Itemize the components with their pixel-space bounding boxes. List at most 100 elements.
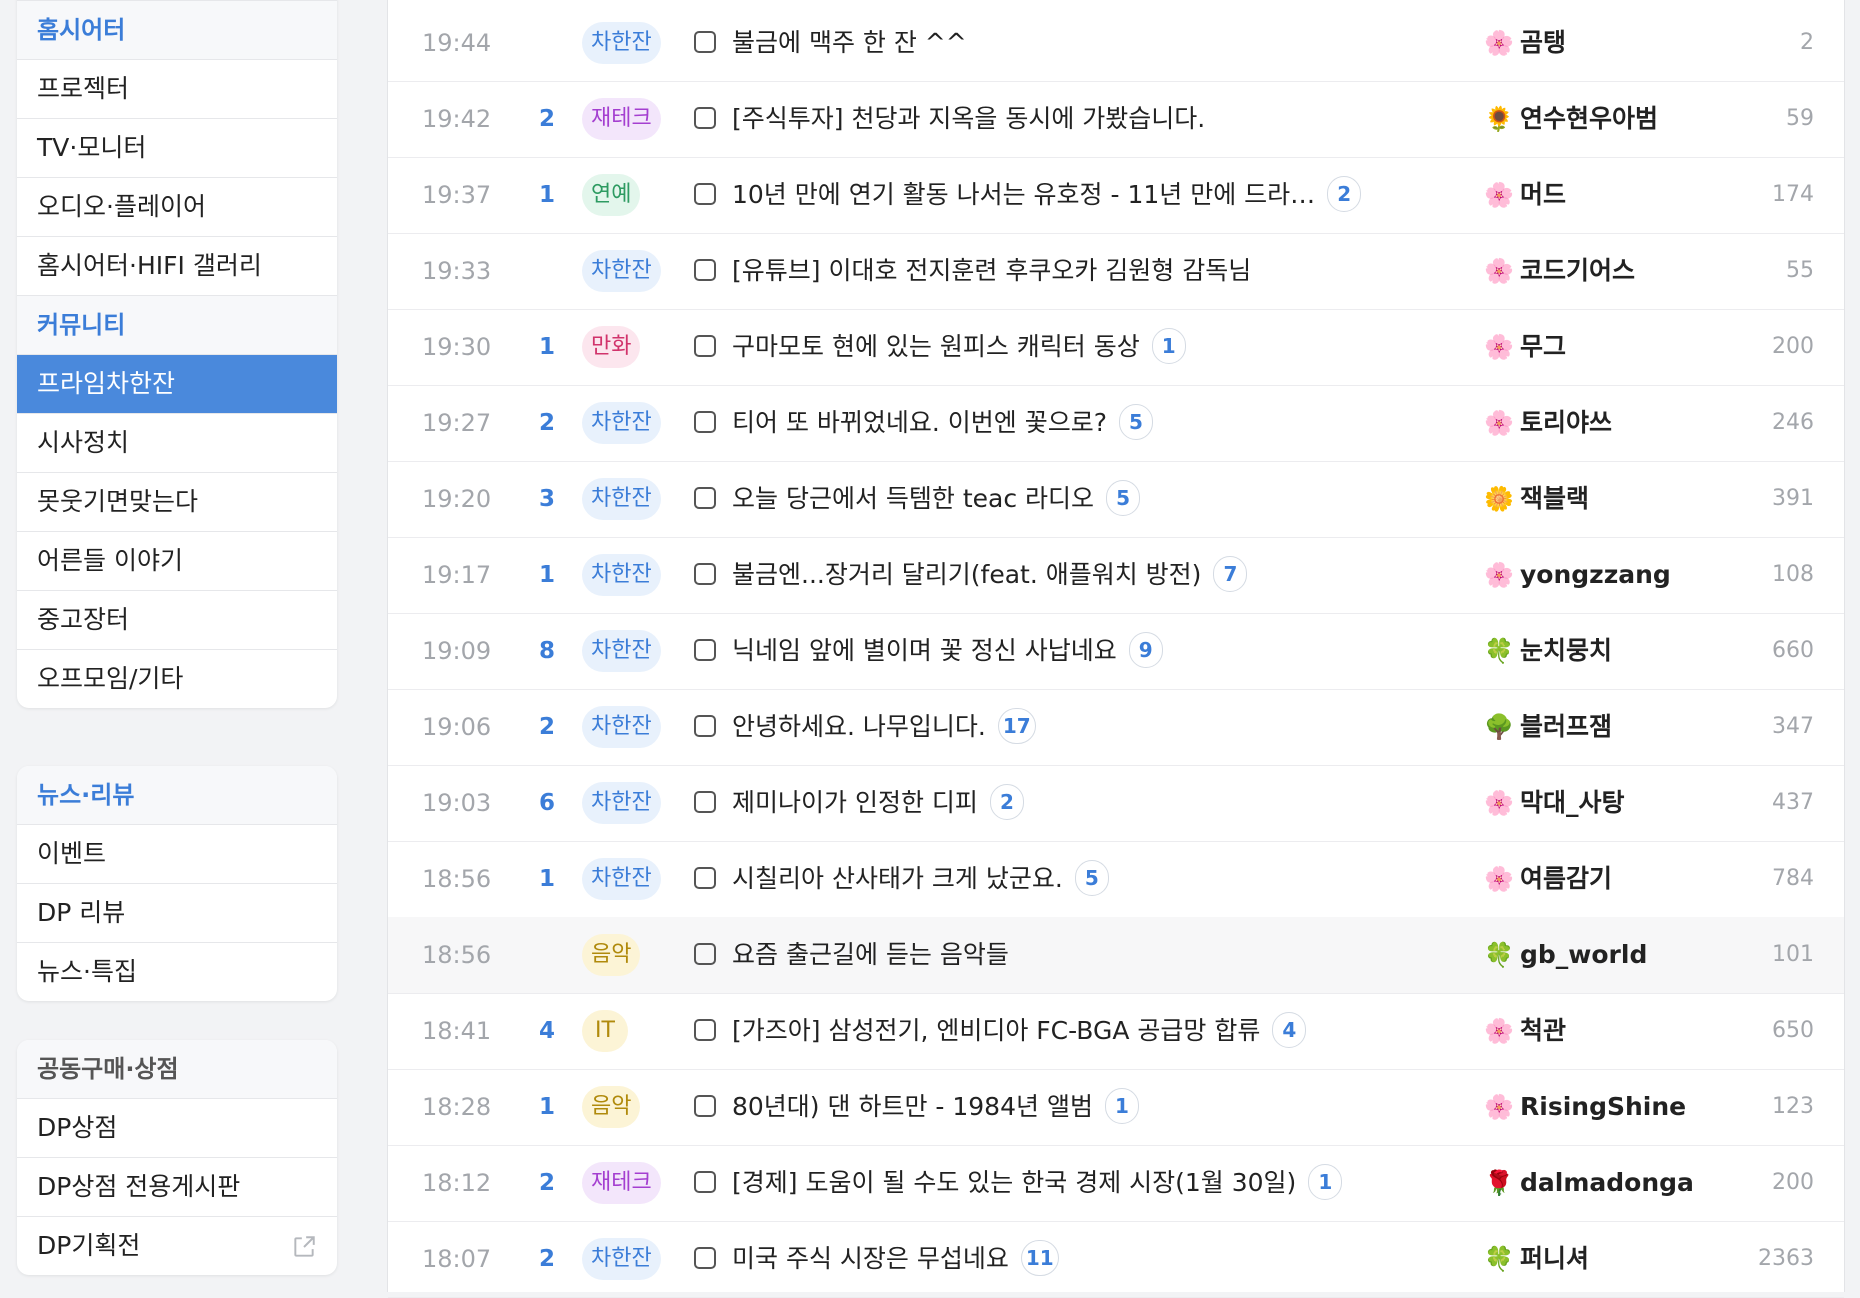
- category-tag[interactable]: 재테크: [582, 98, 661, 140]
- sidebar-header-home[interactable]: 홈시어터: [17, 1, 337, 60]
- post-title-text[interactable]: 닉네임 앞에 별이며 꽃 정신 사납네요: [732, 636, 1117, 665]
- sidebar-item-audio-player[interactable]: 오디오·플레이어: [17, 178, 337, 237]
- author-name[interactable]: 잭블랙: [1520, 484, 1589, 513]
- category-tag[interactable]: 차한잔: [582, 782, 661, 824]
- category-tag[interactable]: 차한잔: [582, 630, 661, 672]
- post-title[interactable]: [유튜브] 이대호 전지훈련 후쿠오카 김원형 감독님: [732, 233, 1251, 309]
- category-tag[interactable]: IT: [582, 1010, 628, 1052]
- post-author[interactable]: 🌸 척관: [1484, 993, 1566, 1069]
- post-title[interactable]: 미국 주식 시장은 무섭네요 11: [732, 1221, 1059, 1297]
- post-title-text[interactable]: [유튜브] 이대호 전지훈련 후쿠오카 김원형 감독님: [732, 256, 1251, 285]
- post-title-text[interactable]: 불금에 맥주 한 잔 ^^: [732, 28, 967, 57]
- post-row[interactable]: 19:44 차한잔 불금에 맥주 한 잔 ^^ 🌸 곰탱 2: [388, 5, 1844, 82]
- sidebar-header-community[interactable]: 커뮤니티: [17, 296, 337, 355]
- author-name[interactable]: 눈치뭉치: [1520, 636, 1612, 665]
- post-title-text[interactable]: 오늘 당근에서 득템한 teac 라디오: [732, 484, 1094, 513]
- post-row[interactable]: 19:33 차한잔 [유튜브] 이대호 전지훈련 후쿠오카 김원형 감독님 🌸 코드기어…: [388, 233, 1844, 310]
- sidebar-item-meetup[interactable]: 오프모임/기타: [17, 650, 337, 708]
- sidebar-item-hifi-gallery[interactable]: 홈시어터·HIFI 갤러리: [17, 237, 337, 296]
- author-name[interactable]: gb_world: [1520, 940, 1647, 969]
- post-title-text[interactable]: 제미나이가 인정한 디피: [732, 788, 978, 817]
- post-author[interactable]: 🌸 코드기어스: [1484, 233, 1635, 309]
- post-checkbox[interactable]: [694, 791, 716, 813]
- comment-count-badge[interactable]: 1: [1308, 1164, 1343, 1200]
- post-author[interactable]: 🌸 무그: [1484, 309, 1566, 385]
- post-author[interactable]: 🌸 막대_사탕: [1484, 765, 1625, 841]
- sidebar-item-tv-monitor[interactable]: TV·모니터: [17, 119, 337, 178]
- category-tag[interactable]: 만화: [582, 326, 641, 368]
- comment-count-badge[interactable]: 1: [1104, 1088, 1139, 1124]
- post-checkbox[interactable]: [694, 943, 716, 965]
- post-title[interactable]: [주식투자] 천당과 지옥을 동시에 가봤습니다.: [732, 81, 1205, 157]
- post-row[interactable]: 18:41 4 IT [가즈아] 삼성전기, 엔비디아 FC-BGA 공급망 합류 4 🌸…: [388, 993, 1844, 1070]
- post-title[interactable]: 제미나이가 인정한 디피 2: [732, 765, 1024, 841]
- comment-count-badge[interactable]: 5: [1119, 404, 1154, 440]
- post-author[interactable]: 🌸 머드: [1484, 157, 1566, 233]
- post-title[interactable]: 불금에 맥주 한 잔 ^^: [732, 5, 967, 81]
- author-name[interactable]: 연수현우아범: [1520, 104, 1658, 133]
- post-row[interactable]: 18:12 2 재테크 [경제] 도움이 될 수도 있는 한국 경제 시장(1월 30…: [388, 1145, 1844, 1222]
- post-checkbox[interactable]: [694, 715, 716, 737]
- sidebar-item-news-feature[interactable]: 뉴스·특집: [17, 943, 337, 1001]
- post-title-text[interactable]: 티어 또 바뀌었네요. 이번엔 꽃으로?: [732, 408, 1107, 437]
- post-title-text[interactable]: [가즈아] 삼성전기, 엔비디아 FC-BGA 공급망 합류: [732, 1016, 1260, 1045]
- post-checkbox[interactable]: [694, 867, 716, 889]
- sidebar-item-humor[interactable]: 못웃기면맞는다: [17, 473, 337, 532]
- category-tag[interactable]: 차한잔: [582, 478, 661, 520]
- comment-count-badge[interactable]: 5: [1106, 480, 1141, 516]
- author-name[interactable]: RisingShine: [1520, 1092, 1686, 1121]
- comment-count-badge[interactable]: 2: [1327, 176, 1362, 212]
- post-title-text[interactable]: 미국 주식 시장은 무섭네요: [732, 1244, 1009, 1273]
- post-title[interactable]: 80년대) 댄 하트만 - 1984년 앨범 1: [732, 1069, 1139, 1145]
- comment-count-badge[interactable]: 2: [989, 784, 1024, 820]
- author-name[interactable]: 여름감기: [1520, 864, 1612, 893]
- sidebar-item-dp-review[interactable]: DP 리뷰: [17, 884, 337, 943]
- sidebar-item-projector[interactable]: 프로젝터: [17, 60, 337, 119]
- post-author[interactable]: 🌹 dalmadonga: [1484, 1145, 1694, 1221]
- post-title-text[interactable]: 80년대) 댄 하트만 - 1984년 앨범: [732, 1092, 1093, 1121]
- post-row[interactable]: 19:09 8 차한잔 닉네임 앞에 별이며 꽃 정신 사납네요 9 🍀 눈치뭉치 660: [388, 613, 1844, 690]
- post-title-text[interactable]: [주식투자] 천당과 지옥을 동시에 가봤습니다.: [732, 104, 1205, 133]
- post-author[interactable]: 🌸 yongzzang: [1484, 537, 1671, 613]
- post-title-text[interactable]: 시칠리아 산사태가 크게 났군요.: [732, 864, 1063, 893]
- post-checkbox[interactable]: [694, 1171, 716, 1193]
- post-author[interactable]: 🌼 잭블랙: [1484, 461, 1589, 537]
- post-checkbox[interactable]: [694, 487, 716, 509]
- post-title[interactable]: 안녕하세요. 나무입니다. 17: [732, 689, 1036, 765]
- post-row[interactable]: 18:56 1 차한잔 시칠리아 산사태가 크게 났군요. 5 🌸 여름감기 784: [388, 841, 1844, 918]
- post-checkbox[interactable]: [694, 1019, 716, 1041]
- post-row[interactable]: 19:20 3 차한잔 오늘 당근에서 득템한 teac 라디오 5 🌼 잭블랙 391: [388, 461, 1844, 538]
- post-title-text[interactable]: 요즘 출근길에 듣는 음악들: [732, 940, 1009, 969]
- post-checkbox[interactable]: [694, 1095, 716, 1117]
- post-author[interactable]: 🌻 연수현우아범: [1484, 81, 1658, 157]
- comment-count-badge[interactable]: 1: [1151, 328, 1186, 364]
- post-title-text[interactable]: 불금엔...장거리 달리기(feat. 애플워치 방전): [732, 560, 1201, 589]
- post-title-text[interactable]: 안녕하세요. 나무입니다.: [732, 712, 986, 741]
- comment-count-badge[interactable]: 11: [1020, 1240, 1059, 1276]
- comment-count-badge[interactable]: 4: [1272, 1012, 1307, 1048]
- comment-count-badge[interactable]: 17: [997, 708, 1036, 744]
- category-tag[interactable]: 차한잔: [582, 22, 661, 64]
- author-name[interactable]: 척관: [1520, 1016, 1566, 1045]
- post-author[interactable]: 🍀 퍼니셔: [1484, 1221, 1589, 1297]
- post-row[interactable]: 18:56 음악 요즘 출근길에 듣는 음악들 🍀 gb_world 101: [388, 917, 1844, 994]
- post-author[interactable]: 🍀 눈치뭉치: [1484, 613, 1612, 689]
- post-row[interactable]: 19:03 6 차한잔 제미나이가 인정한 디피 2 🌸 막대_사탕 437: [388, 765, 1844, 842]
- category-tag[interactable]: 차한잔: [582, 706, 661, 748]
- category-tag[interactable]: 차한잔: [582, 858, 661, 900]
- post-title[interactable]: [가즈아] 삼성전기, 엔비디아 FC-BGA 공급망 합류 4: [732, 993, 1307, 1069]
- sidebar-header-shop[interactable]: 공동구매·상점: [17, 1040, 337, 1099]
- author-name[interactable]: dalmadonga: [1520, 1168, 1694, 1197]
- category-tag[interactable]: 차한잔: [582, 554, 661, 596]
- post-row[interactable]: 19:30 1 만화 구마모토 현에 있는 원피스 캐릭터 동상 1 🌸 무그 200: [388, 309, 1844, 386]
- author-name[interactable]: 머드: [1520, 180, 1566, 209]
- post-author[interactable]: 🌸 RisingShine: [1484, 1069, 1686, 1145]
- author-name[interactable]: 곰탱: [1520, 28, 1566, 57]
- post-title-text[interactable]: 10년 만에 연기 활동 나서는 유호정 - 11년 만에 드라…: [732, 180, 1315, 209]
- author-name[interactable]: 막대_사탕: [1520, 788, 1625, 817]
- author-name[interactable]: 토리야쓰: [1520, 408, 1612, 437]
- post-title[interactable]: 티어 또 바뀌었네요. 이번엔 꽃으로? 5: [732, 385, 1154, 461]
- author-name[interactable]: 코드기어스: [1520, 256, 1635, 285]
- category-tag[interactable]: 음악: [582, 1086, 641, 1128]
- author-name[interactable]: 무그: [1520, 332, 1566, 361]
